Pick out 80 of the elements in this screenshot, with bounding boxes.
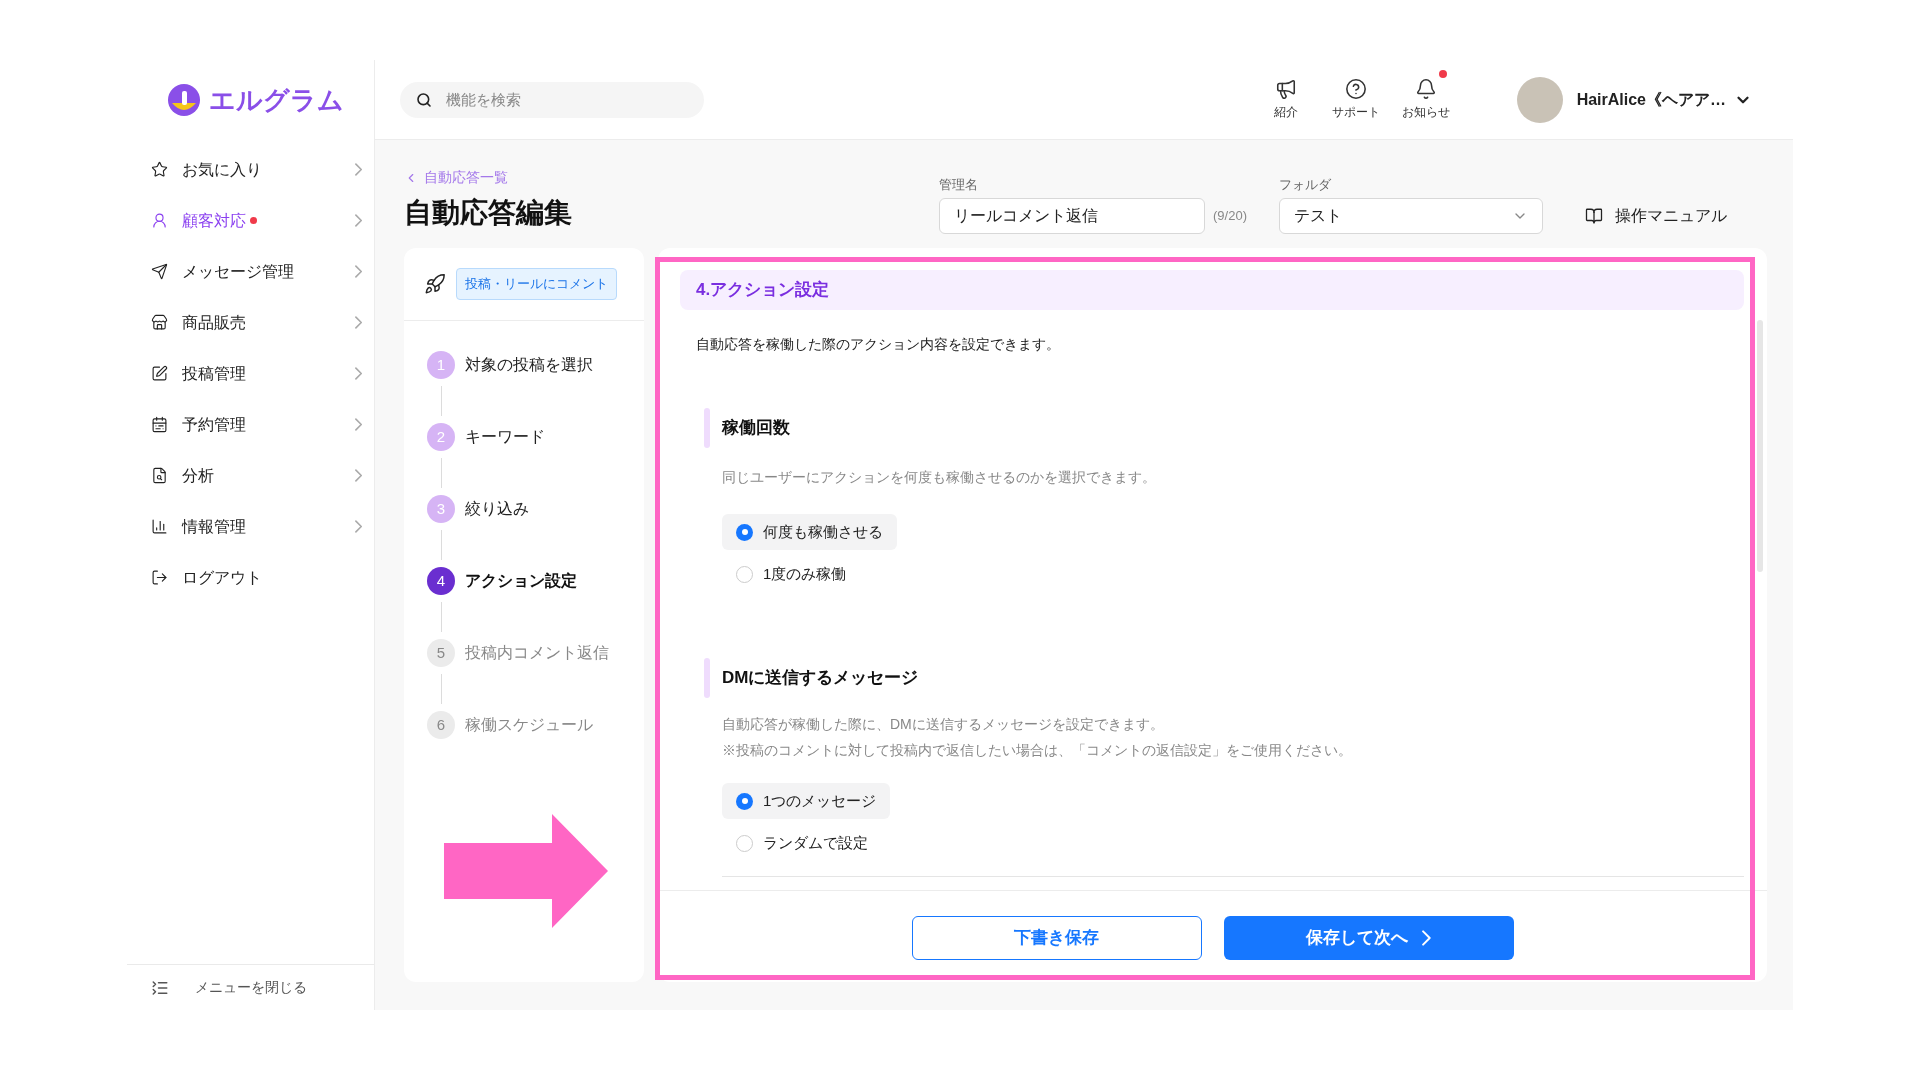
radio-button[interactable] — [736, 834, 753, 852]
account-name: HairAlice《ヘアア… — [1576, 89, 1726, 110]
group-heading: DMに送信するメッセージ — [722, 667, 919, 690]
save-next-button[interactable]: 保存して次へ — [1223, 916, 1514, 960]
chevron-right-icon — [1422, 930, 1431, 946]
sidebar-item[interactable]: 分析 — [127, 450, 374, 501]
group-heading: 稼働回数 — [722, 417, 790, 440]
logo-text: エルグラム — [209, 83, 344, 117]
edit-icon — [151, 365, 168, 382]
header-action-button[interactable]: 紹介 — [1273, 78, 1298, 121]
sidebar-item[interactable]: 情報管理 — [127, 501, 374, 552]
chevron-right-icon — [354, 163, 362, 176]
chevron-right-icon — [354, 214, 362, 227]
step-label: 絞り込み — [465, 499, 529, 519]
radio-button[interactable] — [736, 792, 753, 810]
step-number: 5 — [427, 639, 455, 667]
radio-option[interactable]: ランダムで設定 — [722, 825, 882, 861]
sidebar-item[interactable]: お気に入り — [127, 144, 374, 195]
trigger-tag: 投稿・リールにコメント — [456, 268, 617, 300]
store-icon — [151, 314, 168, 331]
draft-save-button[interactable]: 下書き保存 — [911, 916, 1202, 960]
sidebar-item[interactable]: 商品販売 — [127, 297, 374, 348]
sidebar-item[interactable]: メッセージ管理 — [127, 246, 374, 297]
step-number: 4 — [427, 567, 455, 595]
section-header: 4.アクション設定 — [680, 270, 1744, 310]
chevron-right-icon — [354, 316, 362, 329]
collapse-icon — [151, 978, 169, 997]
help-text: 同じユーザーにアクションを何度も稼働させるのかを選択できます。 — [722, 468, 1157, 487]
step-label: 対象の投稿を選択 — [465, 355, 593, 375]
manual-link[interactable]: 操作マニュアル — [1585, 198, 1727, 234]
step-label: 投稿内コメント返信 — [465, 643, 609, 663]
chevron-right-icon — [354, 265, 362, 278]
book-icon — [1585, 207, 1603, 225]
calendar-icon — [151, 416, 168, 433]
field-label: 管理名 — [939, 175, 980, 194]
scrollbar-thumb[interactable] — [1757, 320, 1763, 572]
chevron-right-icon — [354, 520, 362, 533]
step-label: 稼働スケジュール — [465, 715, 593, 735]
sidebar-item[interactable]: 顧客対応 — [127, 195, 374, 246]
collapse-menu-button[interactable]: メニューを閉じる — [127, 964, 374, 1010]
help-text: 自動応答が稼働した際に、DMに送信するメッセージを設定できます。 — [722, 715, 1165, 734]
bell-icon — [1414, 78, 1437, 100]
sidebar-item[interactable]: ログアウト — [127, 552, 374, 603]
logout-icon — [151, 569, 168, 586]
step-number: 2 — [427, 423, 455, 451]
radio-option[interactable]: 1つのメッセージ — [722, 783, 891, 819]
step-label: アクション設定 — [465, 571, 577, 591]
radio-option[interactable]: 何度も稼働させる — [722, 514, 897, 550]
section-description: 自動応答を稼働した際のアクション内容を設定できます。 — [695, 335, 1061, 354]
sidebar-item[interactable]: 投稿管理 — [127, 348, 374, 399]
step-number: 1 — [427, 351, 455, 379]
radio-button[interactable] — [736, 565, 753, 583]
user-icon — [151, 212, 168, 229]
search-icon — [416, 91, 432, 108]
chevron-right-icon — [354, 469, 362, 482]
megaphone-icon — [1274, 78, 1297, 100]
chevron-right-icon — [354, 418, 362, 431]
rocket-icon — [424, 273, 446, 295]
radio-button[interactable] — [736, 523, 753, 541]
sidebar-item[interactable]: 予約管理 — [127, 399, 374, 450]
radio-option[interactable]: 1度のみ稼働 — [722, 556, 861, 592]
star-icon — [151, 161, 168, 178]
step-label: キーワード — [465, 427, 545, 447]
folder-dropdown[interactable]: テスト — [1279, 198, 1543, 234]
page-title: 自動応答編集 — [404, 196, 572, 230]
step-number: 3 — [427, 495, 455, 523]
bar-chart-icon — [151, 518, 168, 535]
step-number: 6 — [427, 711, 455, 739]
document-search-icon — [151, 467, 168, 484]
help-icon — [1344, 78, 1367, 100]
logo-icon — [167, 83, 201, 117]
chevron-right-icon — [354, 367, 362, 380]
character-counter: (9/20) — [1213, 207, 1247, 226]
send-icon — [151, 263, 168, 280]
help-text: ※投稿のコメントに対して投稿内で返信したい場合は、「コメントの返信設定」をご使用ください。 — [722, 741, 1353, 760]
name-input-field[interactable]: リールコメント返信 — [939, 198, 1206, 234]
header-action-button[interactable]: サポート — [1331, 78, 1380, 121]
header-action-button[interactable]: お知らせ — [1401, 78, 1450, 121]
field-label: フォルダ — [1279, 175, 1332, 194]
search-field[interactable]: 機能を検索 — [400, 81, 704, 118]
